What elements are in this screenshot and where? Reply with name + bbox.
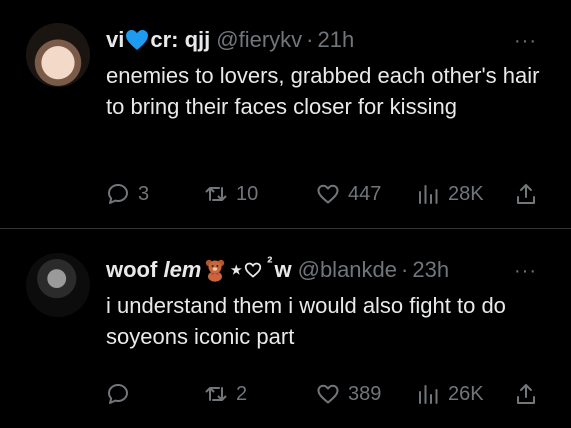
handle[interactable]: @fierykv	[216, 27, 302, 53]
blue-heart-icon	[126, 30, 149, 50]
share-icon	[517, 384, 535, 404]
like-count: 389	[348, 382, 382, 405]
like-button[interactable]: 447	[316, 174, 381, 214]
views-count: 28K	[448, 182, 484, 205]
avatar[interactable]	[26, 23, 90, 87]
action-bar: 3 10 447 28K	[106, 174, 546, 214]
display-name-part: vi	[106, 27, 125, 52]
retweet-count: 2	[236, 382, 248, 405]
retweet-button[interactable]: 10	[204, 174, 258, 214]
teddy-bear-icon	[206, 259, 225, 282]
reply-count: 3	[138, 182, 150, 205]
display-name-part: woof	[106, 257, 158, 282]
like-button[interactable]: 389	[316, 374, 381, 414]
share-button[interactable]	[514, 174, 538, 214]
display-name-part: w	[274, 257, 292, 282]
views-icon	[419, 385, 438, 404]
display-name-part: cr: qjj	[150, 27, 211, 52]
views-count: 26K	[448, 382, 484, 405]
views-icon	[419, 185, 438, 204]
divider	[0, 228, 571, 229]
display-name[interactable]: woof lem ⋆ ² w	[106, 255, 292, 283]
display-name[interactable]: vi cr: qjj	[106, 27, 210, 53]
share-button[interactable]	[514, 374, 538, 414]
tweet-header: woof lem ⋆ ² w @blankde · 23h	[106, 254, 449, 286]
handle[interactable]: @blankde	[298, 257, 397, 283]
retweet-count: 10	[236, 182, 259, 205]
like-icon	[317, 184, 339, 204]
timestamp[interactable]: 21h	[318, 27, 355, 53]
tweet-1[interactable]: vi cr: qjj @fierykv · 21h ··· enemies to…	[0, 0, 571, 228]
reply-button[interactable]	[106, 374, 138, 414]
views-button[interactable]: 26K	[416, 374, 484, 414]
separator: ·	[306, 27, 314, 52]
like-count: 447	[348, 182, 382, 205]
tweet-2[interactable]: woof lem ⋆ ² w @blankde · 23h ··· i unde…	[0, 230, 571, 428]
retweet-icon	[205, 187, 227, 201]
more-icon[interactable]: ···	[514, 260, 537, 283]
display-name-part: lem	[163, 257, 202, 282]
share-icon	[517, 184, 535, 204]
like-icon	[317, 384, 339, 404]
heart-outline-icon	[245, 262, 262, 278]
action-bar: 2 389 26K	[106, 374, 546, 414]
reply-button[interactable]: 3	[106, 174, 149, 214]
retweet-icon	[205, 387, 227, 401]
tweet-header: vi cr: qjj @fierykv · 21h	[106, 24, 354, 56]
display-name-part: ²	[267, 255, 273, 272]
separator: ·	[401, 257, 409, 282]
avatar[interactable]	[26, 253, 90, 317]
timestamp[interactable]: 23h	[412, 257, 449, 283]
tweet-text: i understand them i would also fight to …	[106, 293, 506, 349]
display-name-part: ⋆	[229, 257, 244, 282]
reply-icon	[108, 184, 128, 204]
retweet-button[interactable]: 2	[204, 374, 247, 414]
tweet-text: enemies to lovers, grabbed each other's …	[106, 63, 540, 119]
reply-icon	[108, 384, 128, 404]
more-icon[interactable]: ···	[514, 30, 537, 53]
views-button[interactable]: 28K	[416, 174, 484, 214]
